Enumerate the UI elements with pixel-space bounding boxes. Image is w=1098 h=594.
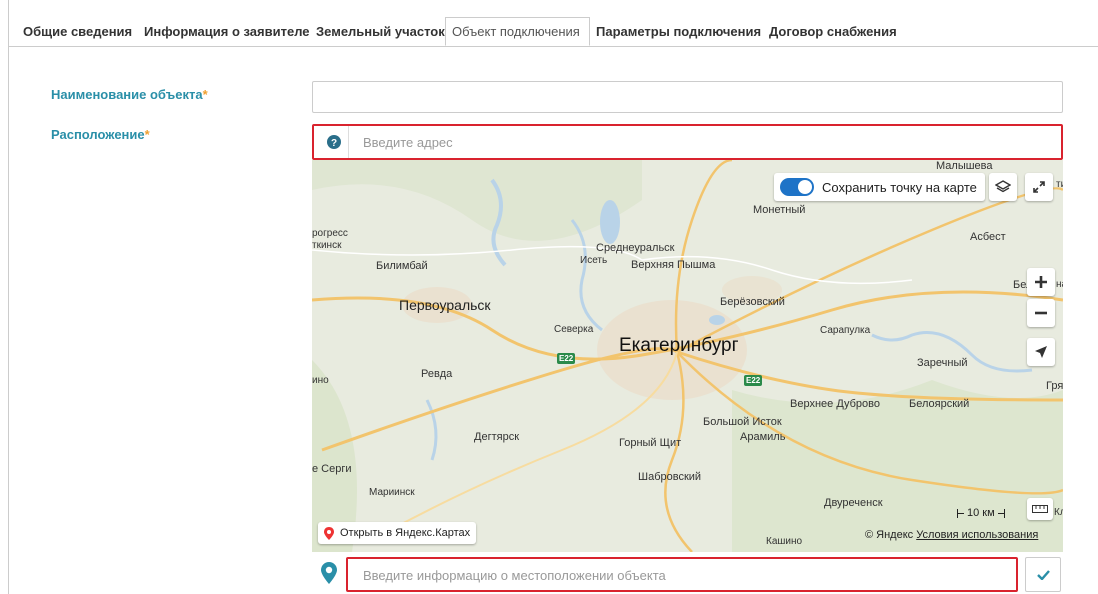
yandex-map[interactable]: Малышева Монетный Асбест рогресс ткинск … bbox=[312, 160, 1063, 552]
map-label-iset: Исеть bbox=[580, 255, 608, 266]
geolocation-button[interactable] bbox=[1027, 338, 1055, 366]
plus-icon bbox=[1035, 276, 1047, 288]
map-label-gry: Гря bbox=[1046, 380, 1063, 392]
map-label-pervouralsk: Первоуральск bbox=[399, 297, 491, 313]
map-scale: 10 км bbox=[957, 507, 1005, 519]
map-label-bistok: Большой Исток bbox=[703, 416, 782, 428]
layers-button[interactable] bbox=[989, 173, 1017, 201]
open-in-yandex-label: Открыть в Яндекс.Картах bbox=[340, 527, 471, 539]
fullscreen-button[interactable] bbox=[1025, 173, 1053, 201]
map-label-ekaterinburg: Екатеринбург bbox=[619, 335, 739, 356]
map-label-monetny: Монетный bbox=[753, 204, 806, 216]
layers-icon bbox=[995, 180, 1011, 193]
tab-general[interactable]: Общие сведения bbox=[23, 18, 132, 46]
map-label-sarapulka: Сарапулка bbox=[820, 325, 871, 336]
map-label-gorny-shchit: Горный Щит bbox=[619, 437, 682, 449]
map-label-degtyarsk: Дегтярск bbox=[474, 431, 520, 443]
tab-connection-params[interactable]: Параметры подключения bbox=[596, 18, 761, 46]
road-shield-e22-2: E22 bbox=[744, 375, 763, 386]
map-label-dvurechensk: Двуреченск bbox=[824, 497, 883, 509]
map-label-ino: ино bbox=[312, 375, 329, 386]
map-label-na: на bbox=[1056, 279, 1063, 290]
location-info-placeholder: Введите информацию о местоположении объе… bbox=[363, 568, 666, 583]
address-input[interactable]: ? Введите адрес bbox=[312, 124, 1063, 160]
map-label-mariinsk: Мариинск bbox=[369, 487, 415, 498]
map-label-zarechny: Заречный bbox=[917, 357, 968, 369]
ruler-icon bbox=[1032, 505, 1048, 513]
toggle-switch[interactable] bbox=[780, 178, 814, 196]
map-label-serги: е Серги bbox=[312, 463, 352, 475]
tab-bar: Общие сведения Информация о заявителе Зе… bbox=[8, 17, 1098, 47]
map-label-ti: ти bbox=[1056, 179, 1063, 190]
tab-connection-object[interactable]: Объект подключения bbox=[445, 17, 590, 46]
zoom-out-button[interactable] bbox=[1027, 299, 1055, 327]
expand-icon bbox=[1033, 181, 1045, 193]
svg-text:?: ? bbox=[331, 138, 337, 149]
confirm-button[interactable] bbox=[1025, 557, 1061, 592]
save-point-toggle[interactable]: Сохранить точку на карте bbox=[774, 173, 985, 201]
ruler-button[interactable] bbox=[1027, 498, 1053, 520]
map-label-vpyshma: Верхняя Пышма bbox=[631, 259, 716, 271]
map-label-bilimbay: Билимбай bbox=[376, 260, 428, 272]
zoom-in-button[interactable] bbox=[1027, 268, 1055, 296]
map-label-malysheva: Малышева bbox=[936, 160, 993, 172]
map-label-severka: Северка bbox=[554, 324, 594, 335]
location-label: Расположение* bbox=[51, 127, 150, 142]
checkmark-icon bbox=[1036, 569, 1050, 580]
map-label-revda: Ревда bbox=[421, 368, 453, 380]
map-label-aramil: Арамиль bbox=[740, 431, 786, 443]
map-label-shabrovsky: Шабровский bbox=[638, 471, 702, 483]
map-pin-red-icon bbox=[324, 526, 334, 540]
location-pin-icon bbox=[321, 562, 337, 584]
map-label-kashino: Кашино bbox=[766, 536, 803, 547]
object-name-label: Наименование объекта* bbox=[51, 87, 208, 102]
tab-land-plot[interactable]: Земельный участок bbox=[316, 18, 445, 46]
map-label-beloyarsky: Белоярский bbox=[909, 398, 970, 410]
map-label-berezovsky: Берёзовский bbox=[720, 296, 785, 308]
help-icon[interactable]: ? bbox=[327, 135, 341, 149]
map-label-vdubrovo: Верхнее Дуброво bbox=[790, 398, 881, 410]
minus-icon bbox=[1035, 311, 1047, 315]
map-label-tkinsk: ткинск bbox=[312, 240, 342, 251]
map-label-progress: рогресс bbox=[312, 228, 348, 239]
terms-of-use-link[interactable]: Условия использования bbox=[916, 529, 1038, 541]
map-label-kl: Кл bbox=[1054, 507, 1063, 518]
save-point-label: Сохранить точку на карте bbox=[822, 179, 977, 195]
address-placeholder: Введите адрес bbox=[363, 135, 453, 150]
location-info-input[interactable]: Введите информацию о местоположении объе… bbox=[346, 557, 1018, 592]
tab-supply-contract[interactable]: Договор снабжения bbox=[769, 18, 897, 46]
tab-applicant-info[interactable]: Информация о заявителе bbox=[144, 18, 310, 46]
location-arrow-icon bbox=[1035, 346, 1047, 358]
object-name-input[interactable] bbox=[312, 81, 1063, 113]
road-shield-e22: E22 bbox=[557, 353, 576, 364]
open-in-yandex-button[interactable]: Открыть в Яндекс.Картах bbox=[318, 522, 477, 544]
map-label-sredneuralsk: Среднеуральск bbox=[596, 242, 675, 254]
map-label-asbest: Асбест bbox=[970, 231, 1006, 243]
map-copyright: © Яндекс Условия использования bbox=[865, 529, 1039, 541]
